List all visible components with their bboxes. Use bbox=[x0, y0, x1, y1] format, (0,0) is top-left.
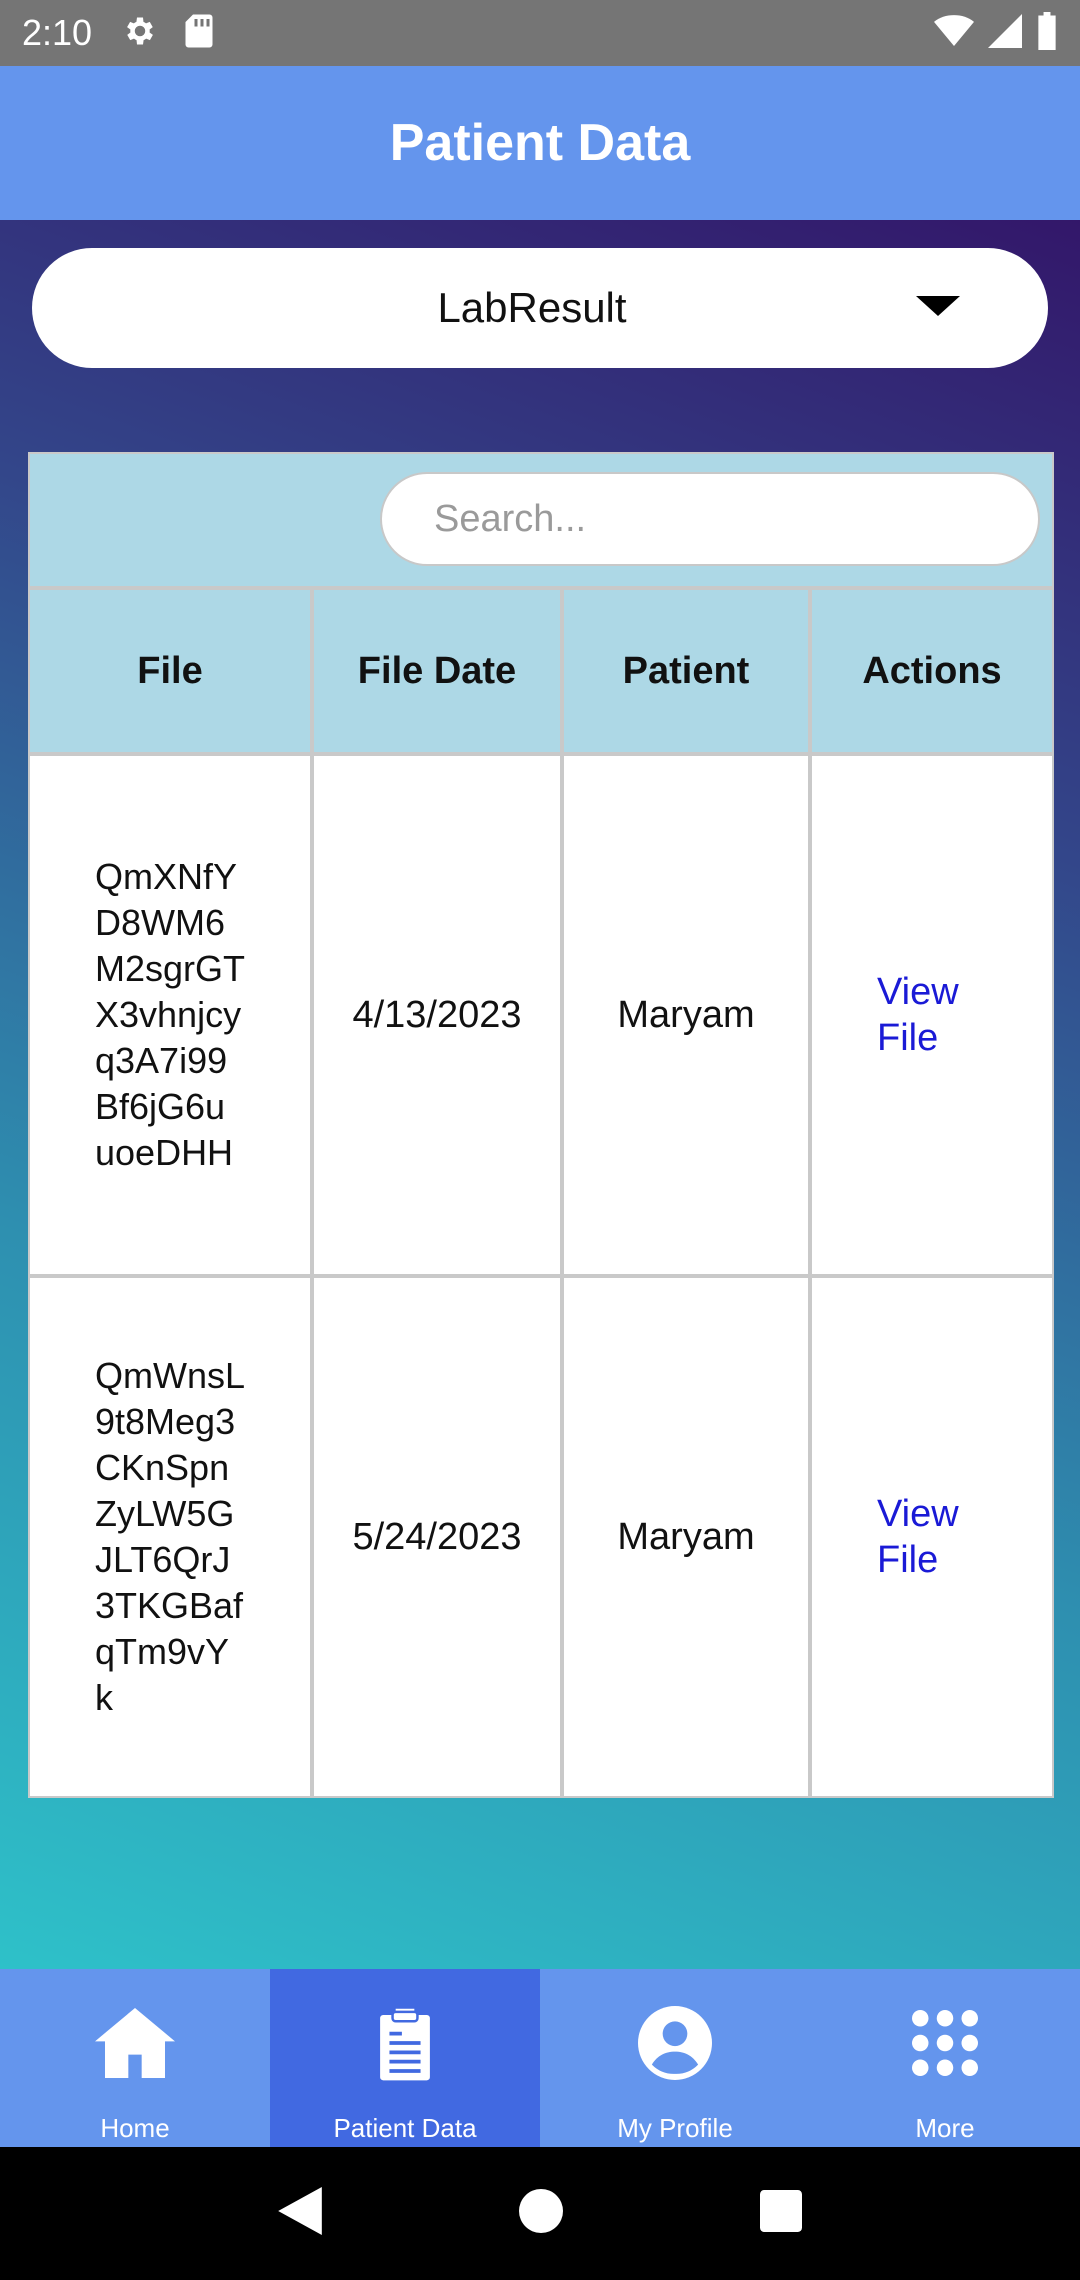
table-cell-file-date: 4/13/2023 bbox=[312, 754, 562, 1276]
nav-label-my-profile: My Profile bbox=[617, 2113, 733, 2143]
nav-item-more[interactable]: More bbox=[810, 1969, 1080, 2147]
caret-down-icon bbox=[916, 296, 960, 316]
main-content: LabResult File File Date Patient Actions… bbox=[0, 220, 1080, 1969]
gear-icon bbox=[122, 13, 158, 54]
table-grid: File File Date Patient Actions QmXNfYD8W… bbox=[28, 588, 1054, 1798]
column-header-file-date: File Date bbox=[312, 588, 562, 754]
app-header: Patient Data bbox=[0, 66, 1080, 220]
nav-item-my-profile[interactable]: My Profile bbox=[540, 1969, 810, 2147]
table-cell-actions: View File bbox=[810, 754, 1054, 1276]
battery-icon bbox=[1036, 11, 1058, 55]
nav-item-home[interactable]: Home bbox=[0, 1969, 270, 2147]
nav-label-home: Home bbox=[100, 2113, 170, 2143]
status-time: 2:10 bbox=[22, 12, 93, 53]
column-header-actions: Actions bbox=[810, 588, 1054, 754]
column-header-patient: Patient bbox=[562, 588, 810, 754]
clipboard-icon bbox=[377, 2005, 433, 2081]
view-file-link[interactable]: View File bbox=[877, 969, 987, 1061]
back-icon[interactable] bbox=[278, 2187, 323, 2240]
table-cell-patient: Maryam bbox=[562, 754, 810, 1276]
record-type-dropdown[interactable]: LabResult bbox=[32, 248, 1048, 368]
system-nav-bar bbox=[0, 2147, 1080, 2280]
wifi-icon bbox=[934, 14, 974, 53]
table-cell-file-date: 5/24/2023 bbox=[312, 1276, 562, 1798]
table-cell-actions: View File bbox=[810, 1276, 1054, 1798]
signal-icon bbox=[988, 13, 1022, 53]
recents-icon[interactable] bbox=[759, 2190, 802, 2237]
dropdown-selected-value: LabResult bbox=[437, 284, 627, 331]
table-cell-file: QmWnsL9t8Meg3CKnSpnZyLW5GJLT6QrJ3TKGBafq… bbox=[28, 1276, 312, 1798]
nav-item-patient-data[interactable]: Patient Data bbox=[270, 1969, 540, 2147]
column-header-file: File bbox=[28, 588, 312, 754]
bottom-nav: Home Patient Data My Profile More bbox=[0, 1969, 1080, 2147]
nav-label-more: More bbox=[915, 2113, 975, 2143]
page-title: Patient Data bbox=[389, 114, 691, 172]
file-hash: QmXNfYD8WM6M2sgrGTX3vhnjcyq3A7i99Bf6jG6u… bbox=[95, 856, 246, 1173]
nav-label-patient-data: Patient Data bbox=[333, 2113, 477, 2143]
home-icon bbox=[95, 2005, 175, 2081]
status-bar: 2:10 bbox=[0, 0, 1080, 66]
search-bar-area bbox=[28, 452, 1054, 588]
home-circle-icon[interactable] bbox=[518, 2189, 563, 2238]
file-hash: QmWnsL9t8Meg3CKnSpnZyLW5GJLT6QrJ3TKGBafq… bbox=[95, 1355, 246, 1718]
sd-card-icon bbox=[184, 13, 214, 54]
table-cell-patient: Maryam bbox=[562, 1276, 810, 1798]
table-cell-file: QmXNfYD8WM6M2sgrGTX3vhnjcyq3A7i99Bf6jG6u… bbox=[28, 754, 312, 1276]
view-file-link[interactable]: View File bbox=[877, 1491, 987, 1583]
grid-icon bbox=[912, 2005, 978, 2081]
records-table: File File Date Patient Actions QmXNfYD8W… bbox=[28, 452, 1054, 2018]
search-input[interactable] bbox=[380, 472, 1040, 566]
profile-icon bbox=[638, 2005, 712, 2081]
